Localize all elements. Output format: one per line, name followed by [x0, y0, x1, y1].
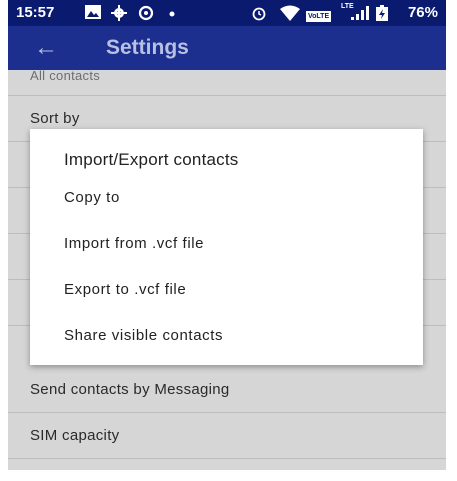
screen: 15:57 VoLTE LTE 76% ← Settings All conta…: [8, 0, 446, 470]
dialog-item-copy-to[interactable]: Copy to: [64, 178, 404, 218]
status-time: 15:57: [16, 4, 55, 21]
battery-percent: 76%: [407, 4, 438, 21]
app-bar: ← Settings: [8, 26, 446, 70]
settings-item-send-by-messaging[interactable]: Send contacts by Messaging: [8, 367, 446, 413]
volte-icon: VoLTE: [306, 11, 332, 22]
dialog-item-import-vcf[interactable]: Import from .vcf file: [64, 224, 404, 264]
back-arrow-icon[interactable]: ←: [34, 34, 58, 62]
settings-item-sim-capacity[interactable]: SIM capacity: [8, 413, 446, 459]
page-title: Settings: [106, 36, 189, 59]
settings-item-label: Sort by: [30, 110, 80, 127]
sync-icon: [138, 5, 154, 25]
settings-item-label: Send contacts by Messaging: [30, 381, 230, 398]
dot-icon: [168, 5, 176, 25]
settings-item-label: SIM capacity: [30, 427, 120, 444]
dialog-title: Import/Export contacts: [64, 150, 239, 169]
signal-icon: [351, 5, 369, 25]
status-bar: 15:57 VoLTE LTE 76%: [8, 0, 446, 26]
dialog-item-export-vcf[interactable]: Export to .vcf file: [64, 270, 404, 310]
wifi-icon: [280, 5, 300, 25]
alarm-icon: [251, 5, 267, 25]
gear-icon: [111, 5, 127, 25]
import-export-dialog: Import/Export contacts Copy to Import fr…: [30, 129, 423, 365]
settings-item-all-contacts[interactable]: All contacts: [8, 68, 446, 96]
battery-icon: [376, 5, 388, 25]
settings-item-label: All contacts: [30, 68, 101, 83]
dialog-item-share-visible[interactable]: Share visible contacts: [64, 316, 404, 356]
image-icon: [85, 5, 101, 23]
